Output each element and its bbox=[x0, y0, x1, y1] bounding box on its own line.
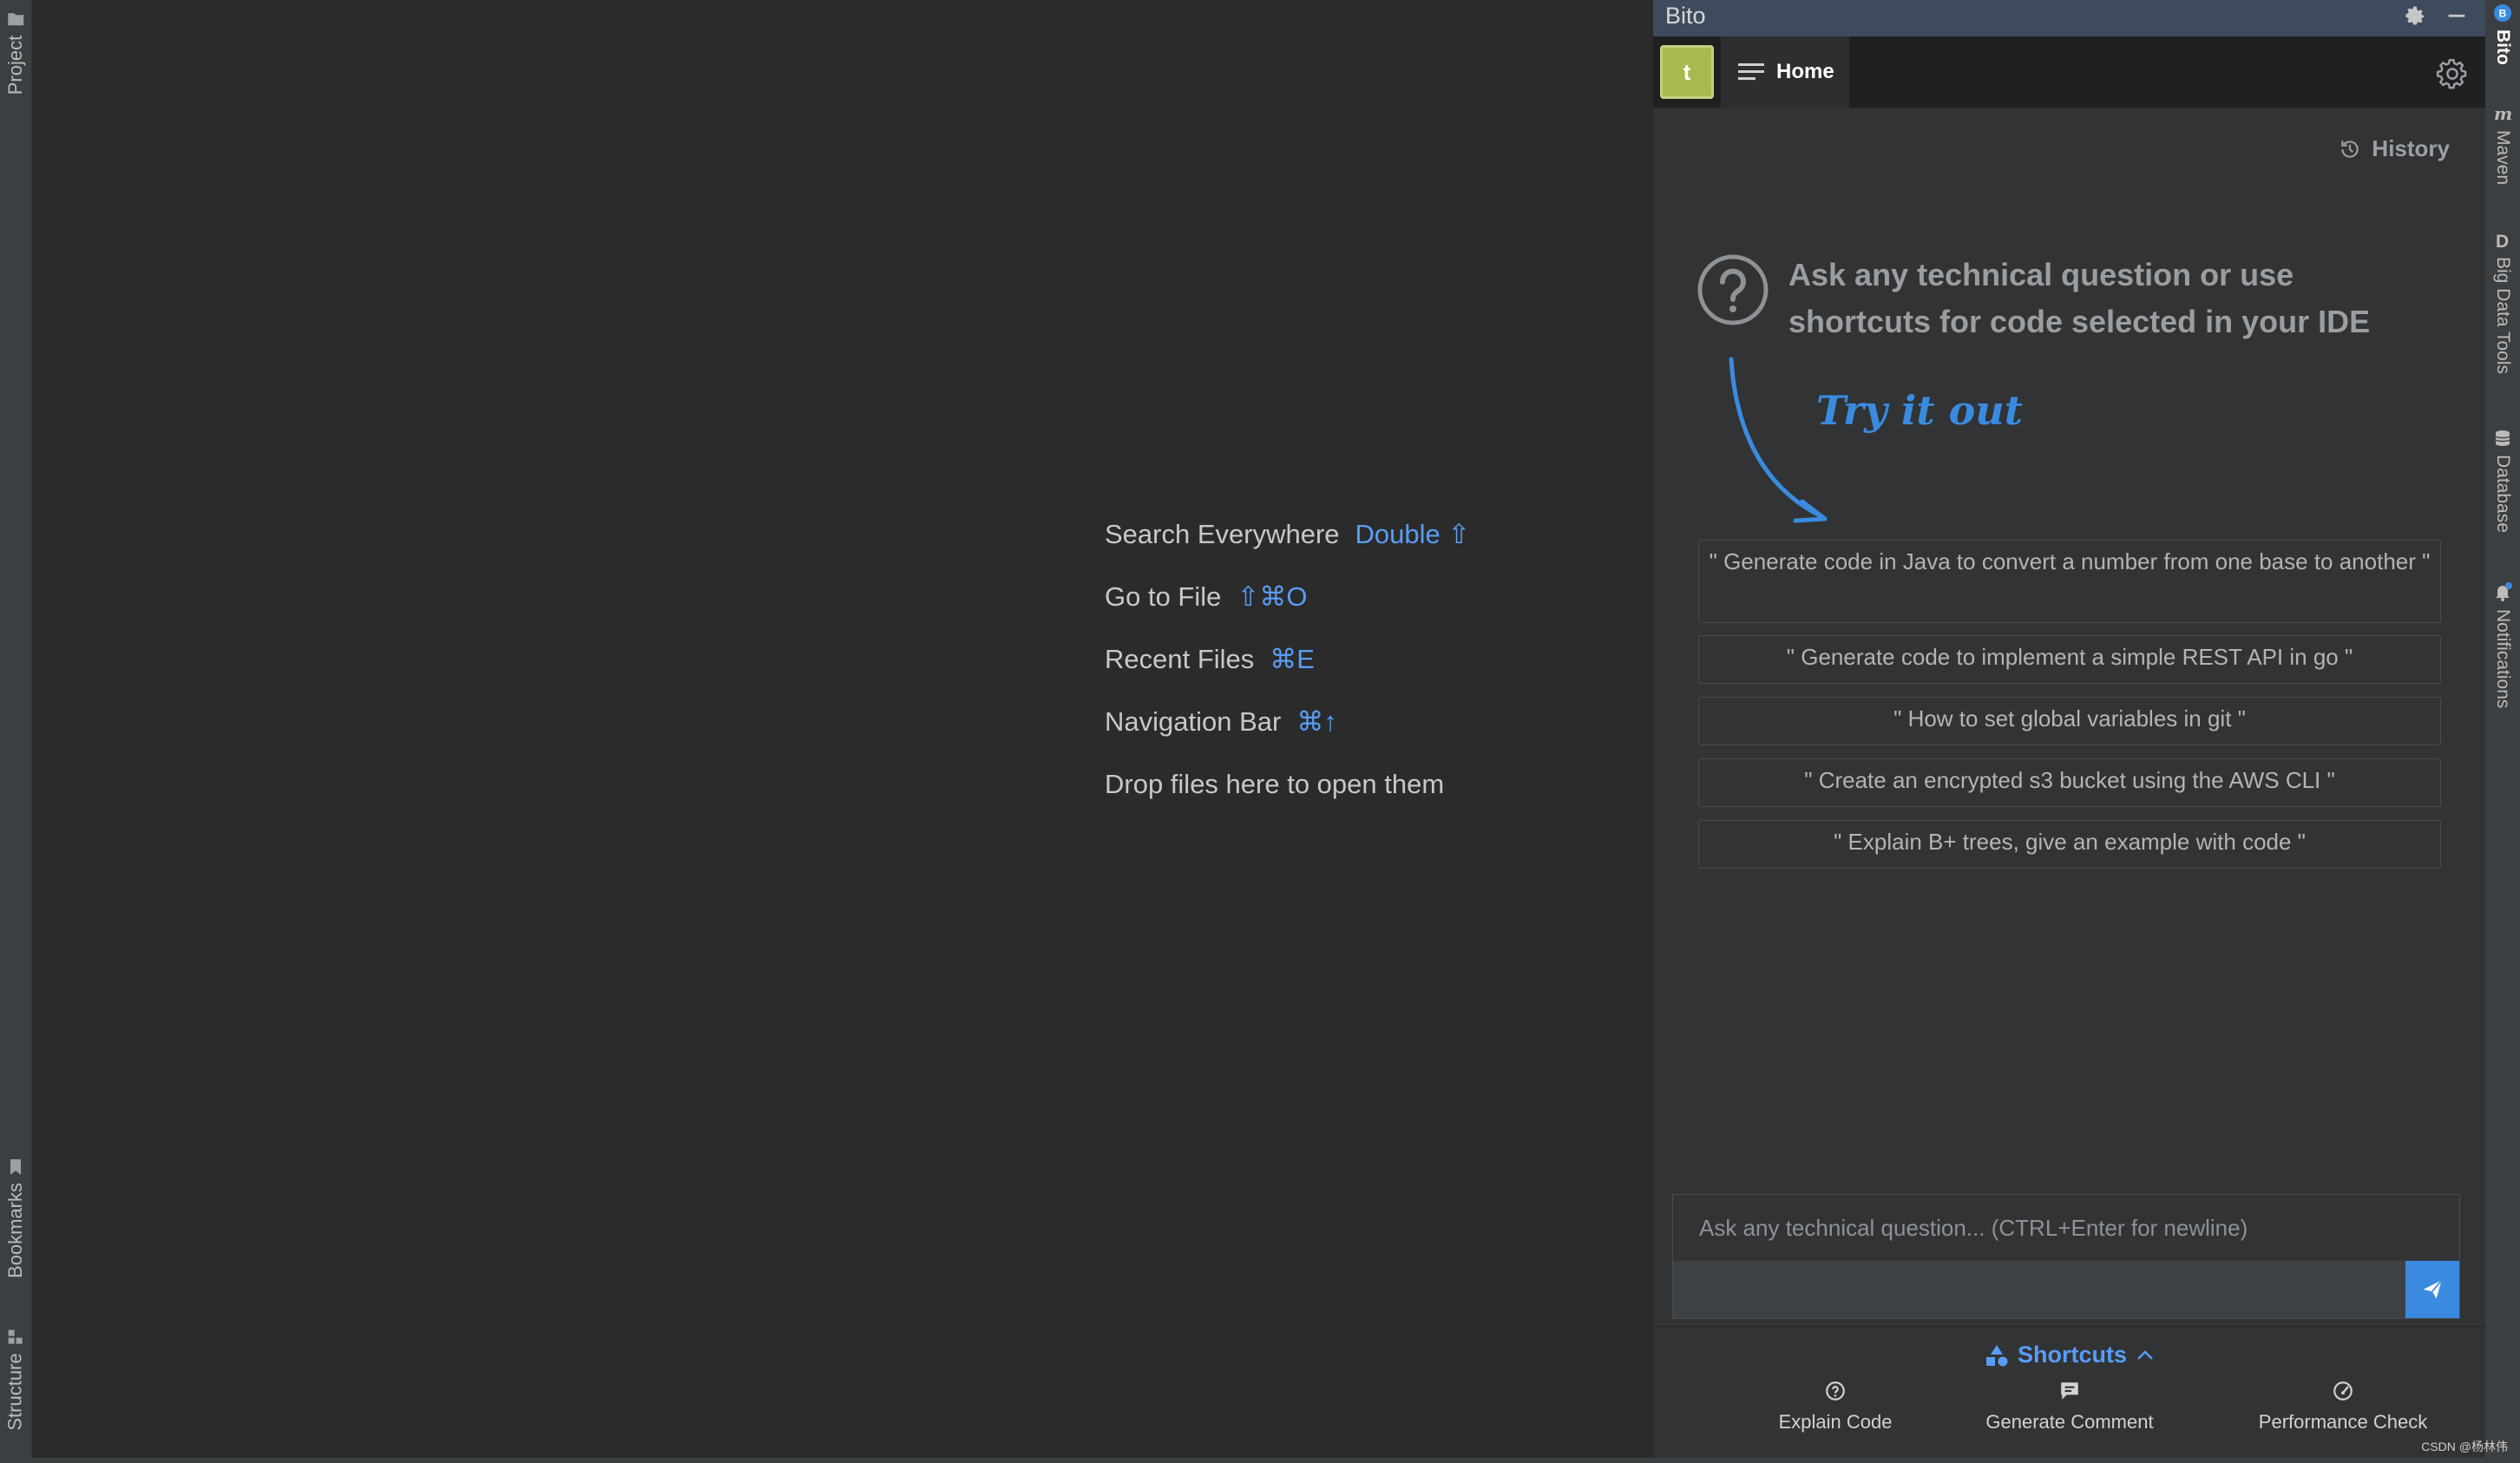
maven-tab-label: Maven bbox=[2493, 130, 2513, 186]
bell-icon bbox=[2496, 582, 2512, 601]
watermark: CSDN @杨林伟 bbox=[2421, 1440, 2508, 1453]
hint-search-everywhere: Search Everywhere Double ⇧ bbox=[1105, 503, 1470, 566]
performance-check-button[interactable]: Performance Check bbox=[2226, 1380, 2460, 1433]
panel-divider bbox=[1653, 1326, 2486, 1328]
shortcuts-label: Shortcuts bbox=[2017, 1342, 2127, 1368]
structure-icon bbox=[9, 1329, 23, 1344]
try-it-out-label: Try it out bbox=[1816, 387, 2023, 434]
prompt-suggestion[interactable]: " Create an encrypted s3 bucket using th… bbox=[1698, 758, 2441, 807]
structure-tool-tab[interactable]: Structure bbox=[0, 1319, 31, 1440]
left-tool-stripe: Project Bookmarks Structure bbox=[0, 0, 32, 1458]
bookmark-icon bbox=[10, 1158, 22, 1175]
notifications-tool-tab[interactable]: Notifications bbox=[2485, 581, 2520, 708]
performance-check-label: Performance Check bbox=[2258, 1411, 2428, 1433]
send-button[interactable] bbox=[2405, 1261, 2459, 1318]
database-icon bbox=[2495, 430, 2510, 446]
hint-label: Navigation Bar bbox=[1105, 706, 1282, 737]
hint-shortcut: ⌘↑ bbox=[1296, 706, 1337, 737]
prompt-suggestion[interactable]: " Explain B+ trees, give an example with… bbox=[1698, 820, 2441, 869]
hint-recent-files: Recent Files ⌘E bbox=[1105, 628, 1470, 691]
big-data-icon: D bbox=[2496, 232, 2509, 250]
tab-home-label: Home bbox=[1776, 60, 1834, 83]
send-icon bbox=[2423, 1279, 2443, 1299]
folder-icon bbox=[8, 12, 24, 25]
hint-navigation-bar: Navigation Bar ⌘↑ bbox=[1105, 691, 1470, 753]
avatar[interactable]: t bbox=[1660, 45, 1714, 99]
gauge-icon bbox=[2333, 1381, 2353, 1401]
svg-text:B: B bbox=[2499, 8, 2507, 20]
prompt-suggestion[interactable]: " Generate code in Java to convert a num… bbox=[1698, 540, 2441, 623]
prompt-suggestion[interactable]: " Generate code to implement a simple RE… bbox=[1698, 635, 2441, 684]
hint-shortcut: Double ⇧ bbox=[1355, 519, 1471, 549]
maven-tool-tab[interactable]: m Maven bbox=[2485, 106, 2520, 185]
bito-window-title: Bito bbox=[1665, 3, 1706, 29]
svg-text:D: D bbox=[2496, 232, 2509, 250]
project-tool-tab[interactable]: Project bbox=[0, 0, 31, 104]
question-circle-icon bbox=[1697, 254, 1769, 325]
generate-comment-button[interactable]: Generate Comment bbox=[1965, 1380, 2174, 1433]
comment-icon bbox=[2061, 1382, 2078, 1400]
chevron-up-icon bbox=[2137, 1349, 2153, 1360]
hint-label: Recent Files bbox=[1105, 644, 1255, 674]
bito-tab-label: Bito bbox=[2493, 30, 2513, 65]
big-data-tools-tab[interactable]: D Big Data Tools bbox=[2485, 231, 2520, 374]
bito-tool-tab[interactable]: B Bito bbox=[2485, 3, 2520, 65]
history-label: History bbox=[2372, 135, 2450, 161]
notifications-tab-label: Notifications bbox=[2493, 609, 2513, 709]
gear-icon[interactable] bbox=[2403, 3, 2427, 28]
editor-empty-area[interactable]: Search Everywhere Double ⇧ Go to File ⇧⌘… bbox=[32, 0, 1652, 1458]
right-tool-stripe: B Bito m Maven D Big Data Tools Database… bbox=[2485, 0, 2520, 1458]
status-bar bbox=[0, 1458, 2520, 1463]
bookmarks-tool-tab[interactable]: Bookmarks bbox=[0, 1145, 31, 1293]
tab-home[interactable]: Home bbox=[1721, 36, 1849, 108]
hint-label: Drop files here to open them bbox=[1105, 769, 1445, 799]
hint-label: Go to File bbox=[1105, 581, 1222, 612]
hint-label: Search Everywhere bbox=[1105, 519, 1340, 549]
project-tab-label: Project bbox=[4, 35, 27, 95]
svg-text:m: m bbox=[2494, 106, 2512, 123]
question-input-box bbox=[1672, 1194, 2460, 1319]
explain-code-label: Explain Code bbox=[1778, 1411, 1893, 1433]
prompt-suggestion[interactable]: " How to set global variables in git " bbox=[1698, 697, 2441, 745]
history-button[interactable]: History bbox=[2339, 135, 2450, 162]
intro-text: Ask any technical question or use shortc… bbox=[1788, 257, 2371, 339]
generate-comment-label: Generate Comment bbox=[1985, 1411, 2154, 1433]
editor-hints: Search Everywhere Double ⇧ Go to File ⇧⌘… bbox=[1105, 503, 1470, 816]
bito-logo-icon: B bbox=[2494, 4, 2511, 22]
hint-go-to-file: Go to File ⇧⌘O bbox=[1105, 566, 1470, 628]
menu-lines-icon bbox=[1738, 63, 1764, 80]
explain-code-button[interactable]: Explain Code bbox=[1731, 1380, 1939, 1433]
structure-tab-label: Structure bbox=[4, 1353, 27, 1431]
bito-title-bar: Bito bbox=[1653, 0, 2486, 36]
history-icon bbox=[2341, 140, 2359, 158]
bookmarks-tab-label: Bookmarks bbox=[4, 1182, 27, 1279]
big-data-tools-tab-label: Big Data Tools bbox=[2493, 257, 2513, 375]
bito-tool-window: Bito t Home History Ask any technical qu… bbox=[1652, 0, 2486, 1458]
bito-tab-bar: t Home bbox=[1653, 36, 2486, 108]
hint-drop-files: Drop files here to open them bbox=[1105, 753, 1470, 816]
question-bubble-icon bbox=[1826, 1381, 1845, 1401]
arrow-icon bbox=[1729, 357, 1828, 523]
hint-shortcut: ⌘E bbox=[1270, 644, 1315, 674]
shortcuts-toggle[interactable]: Shortcuts bbox=[1653, 1342, 2486, 1368]
maven-icon: m bbox=[2494, 106, 2512, 123]
question-input[interactable] bbox=[1673, 1195, 2459, 1261]
intro-block: Ask any technical question or use shortc… bbox=[1696, 253, 2408, 345]
input-toolbar bbox=[1673, 1261, 2459, 1318]
hint-shortcut: ⇧⌘O bbox=[1237, 581, 1308, 612]
database-tab-label: Database bbox=[2493, 455, 2513, 533]
shapes-icon bbox=[1985, 1344, 2008, 1366]
database-tool-tab[interactable]: Database bbox=[2485, 429, 2520, 533]
settings-gear-icon[interactable] bbox=[2434, 56, 2471, 92]
minimize-icon[interactable] bbox=[2445, 3, 2469, 28]
